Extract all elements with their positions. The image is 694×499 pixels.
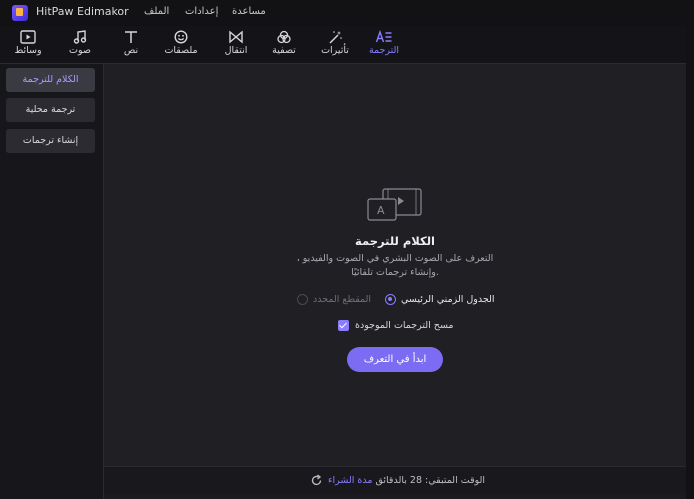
radio-selected-clip[interactable]: المقطع المحدد: [297, 292, 371, 306]
menu-settings[interactable]: إعدادات: [185, 6, 218, 17]
radio-selected-clip-label: المقطع المحدد: [313, 293, 372, 305]
music-note-icon: [73, 30, 87, 44]
radio-main-timeline-label: الجدول الزمني الرئيسي: [401, 293, 495, 305]
window-edge: [686, 26, 694, 499]
radio-selected-clip-dot[interactable]: [297, 293, 308, 305]
tool-text[interactable]: نص: [109, 28, 153, 61]
tool-filter[interactable]: تصفية: [262, 28, 306, 61]
app-title: HitPaw Edimakor: [36, 5, 129, 18]
app-logo-icon: [12, 5, 28, 21]
sidebar-item-local-subtitle[interactable]: ترجمة محلية: [6, 98, 95, 122]
menu-help[interactable]: مساعدة: [232, 6, 266, 17]
status-footer: الوقت المتبقي: 28 بالدقائق مدة الشراء: [104, 466, 686, 494]
tool-effects-label: تأثيرات: [321, 45, 349, 56]
title-bar: HitPaw Edimakor مساعدة إعدادات الملف: [0, 0, 694, 26]
remaining-time-status: الوقت المتبقي: 28 بالدقائق مدة الشراء: [328, 475, 485, 486]
subtitle-icon: [375, 30, 392, 43]
tool-audio-label: صوت: [69, 45, 91, 56]
refresh-icon[interactable]: [310, 474, 323, 487]
remaining-time-text: الوقت المتبقي: 28 بالدقائق: [375, 475, 486, 486]
menu-file[interactable]: الملف: [144, 6, 169, 17]
text-icon: [125, 31, 137, 43]
filter-icon: [277, 30, 291, 44]
radio-main-timeline[interactable]: الجدول الزمني الرئيسي: [385, 292, 495, 306]
subtitle-sidebar: الكلام للترجمة ترجمة محلية إنشاء ترجمات: [0, 64, 104, 499]
subtitle-placeholder-icon: A: [367, 188, 422, 221]
buy-duration-link[interactable]: مدة الشراء: [328, 475, 372, 486]
media-icon: [20, 30, 36, 44]
tool-subtitles-label: الترجمة: [368, 45, 400, 56]
clear-subtitles-checkbox[interactable]: [338, 320, 349, 331]
panel-description: التعرف على الصوت البشري في الصوت والفيدي…: [296, 253, 494, 278]
tool-transition-label: انتقال: [224, 45, 248, 56]
sidebar-item-create-subtitles[interactable]: إنشاء ترجمات: [6, 129, 95, 153]
svg-text:A: A: [377, 204, 385, 217]
panel-heading: الكلام للترجمة: [355, 234, 435, 248]
main-toolbar: وسائط صوت نص ملصقات انتقال تصفية تأثيرات…: [0, 26, 694, 63]
tool-media[interactable]: وسائط: [6, 28, 50, 61]
tool-subtitles[interactable]: الترجمة: [362, 28, 406, 61]
tool-stickers-label: ملصقات: [164, 45, 198, 56]
sidebar-item-speech-to-subtitle[interactable]: الكلام للترجمة: [6, 68, 95, 92]
clear-subtitles-label: مسح الترجمات الموجودة: [355, 320, 454, 331]
tool-media-label: وسائط: [14, 45, 42, 56]
effects-wand-icon: [329, 31, 342, 44]
transition-icon: [229, 30, 243, 44]
tool-text-label: نص: [123, 45, 139, 56]
tool-effects[interactable]: تأثيرات: [313, 28, 357, 61]
tool-stickers[interactable]: ملصقات: [159, 28, 203, 61]
start-recognition-button[interactable]: ابدأ في التعرف: [347, 347, 443, 372]
tool-filter-label: تصفية: [272, 45, 296, 56]
tool-transition[interactable]: انتقال: [214, 28, 258, 61]
tool-audio[interactable]: صوت: [58, 28, 102, 61]
sticker-icon: [174, 30, 188, 44]
clear-existing-subtitles-option[interactable]: مسح الترجمات الموجودة: [338, 320, 454, 331]
radio-main-timeline-dot[interactable]: [385, 293, 396, 305]
